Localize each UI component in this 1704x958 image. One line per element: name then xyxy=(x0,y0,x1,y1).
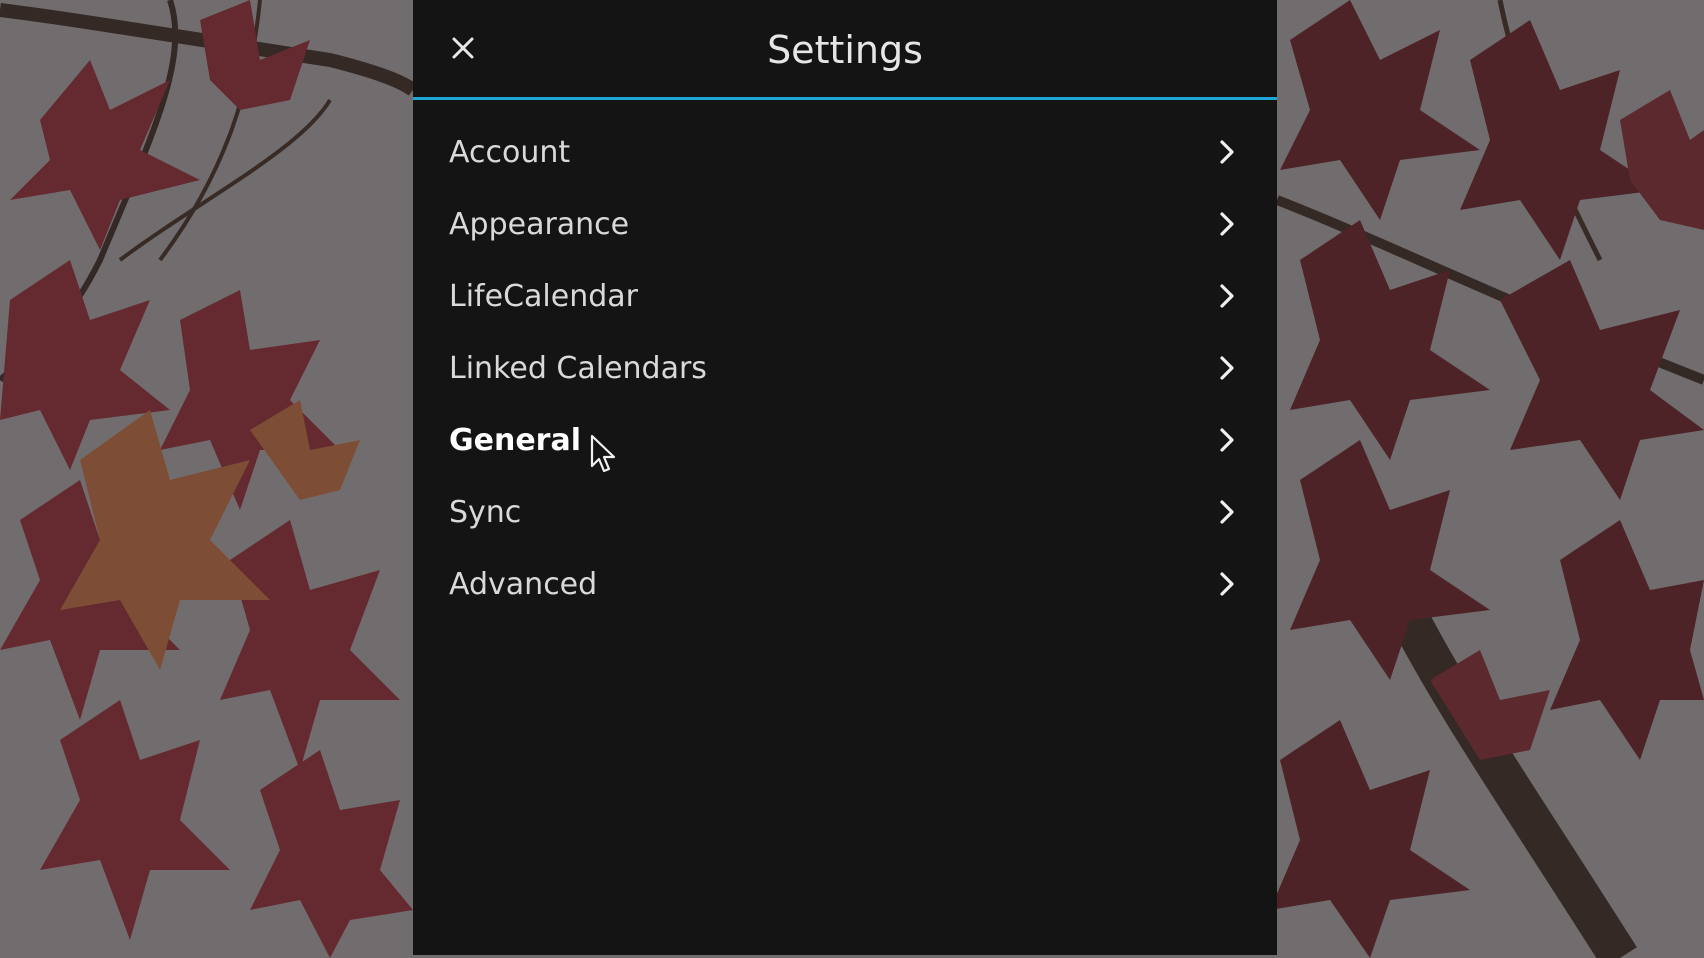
menu-item-linked-calendars[interactable]: Linked Calendars xyxy=(413,332,1277,404)
chevron-right-icon xyxy=(1220,572,1234,596)
menu-item-advanced[interactable]: Advanced xyxy=(413,548,1277,620)
chevron-right-icon xyxy=(1220,500,1234,524)
menu-item-label: General xyxy=(449,422,581,458)
menu-item-account[interactable]: Account xyxy=(413,116,1277,188)
settings-header: Settings xyxy=(413,0,1277,100)
menu-item-label: Account xyxy=(449,134,571,170)
menu-item-appearance[interactable]: Appearance xyxy=(413,188,1277,260)
chevron-right-icon xyxy=(1220,428,1234,452)
menu-item-general[interactable]: General xyxy=(413,404,1277,476)
chevron-right-icon xyxy=(1220,356,1234,380)
menu-item-label: LifeCalendar xyxy=(449,278,638,314)
menu-item-label: Linked Calendars xyxy=(449,350,707,386)
menu-item-lifecalendar[interactable]: LifeCalendar xyxy=(413,260,1277,332)
page-title: Settings xyxy=(767,28,923,72)
settings-panel: Settings Account Appearance LifeCalendar… xyxy=(413,0,1277,955)
chevron-right-icon xyxy=(1220,212,1234,236)
chevron-right-icon xyxy=(1220,284,1234,308)
menu-item-label: Sync xyxy=(449,494,522,530)
menu-item-sync[interactable]: Sync xyxy=(413,476,1277,548)
settings-menu: Account Appearance LifeCalendar Linked C… xyxy=(413,100,1277,620)
menu-item-label: Advanced xyxy=(449,566,598,602)
menu-item-label: Appearance xyxy=(449,206,630,242)
chevron-right-icon xyxy=(1220,140,1234,164)
